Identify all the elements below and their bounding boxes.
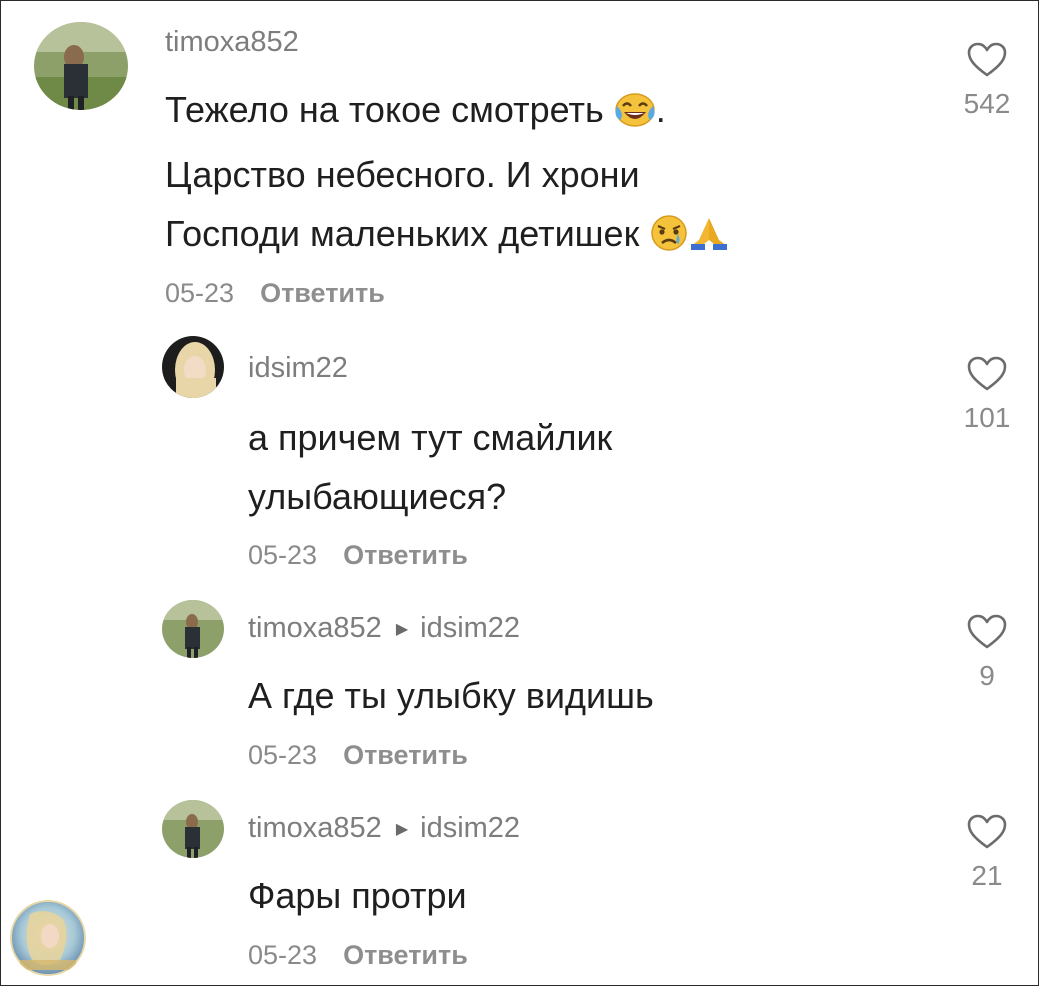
like-button[interactable]: 9 [952,614,1022,692]
heart-outline-icon[interactable] [952,356,1022,392]
username[interactable]: idsim22 [248,352,348,385]
reply-to-username[interactable]: idsim22 [420,812,520,844]
comment-line: а причем тут смайлик [248,417,613,458]
comment-date: 05-23 [248,940,318,970]
comment-meta: 05-23 Ответить [248,940,468,971]
comment-meta: 05-23 Ответить [248,740,468,771]
username-text[interactable]: idsim22 [248,352,348,384]
comment-date: 05-23 [248,740,318,770]
username-text[interactable]: timoxa852 [165,26,299,58]
username[interactable]: timoxa852 ▶ idsim22 [248,612,520,645]
comment-line: Господи маленьких детишек [165,204,729,269]
comment-meta: 05-23 Ответить [248,540,468,571]
reply-button[interactable]: Ответить [343,540,468,570]
heart-outline-icon[interactable] [952,614,1022,650]
avatar[interactable] [162,800,224,858]
watermark-logo [10,900,86,976]
heart-outline-icon[interactable] [952,42,1022,78]
comment-line: Царство небесного. И хрони [165,154,640,195]
username[interactable]: timoxa852 ▶ idsim22 [248,812,520,845]
comment-line: Фары протри [248,875,467,916]
username-text[interactable]: timoxa852 [248,812,382,844]
comment-text: а причем тут смайлик улыбающиеся? [248,408,612,526]
like-count: 542 [963,88,1011,119]
like-button[interactable]: 542 [952,42,1022,120]
face-with-tears-of-joy-icon [614,86,656,145]
like-count: 21 [971,860,1003,891]
triangle-right-icon: ▶ [395,821,409,838]
heart-outline-icon[interactable] [952,814,1022,850]
comment-date: 05-23 [248,540,318,570]
comment-text: Фары протри [248,866,467,925]
reply-button[interactable]: Ответить [343,940,468,970]
triangle-right-icon: ▶ [395,621,409,638]
avatar[interactable] [162,600,224,658]
username-text[interactable]: timoxa852 [248,612,382,644]
username[interactable]: timoxa852 [165,26,299,59]
crying-face-icon [649,210,689,269]
avatar[interactable] [162,336,224,398]
folded-hands-icon [689,210,729,269]
comment-date: 05-23 [165,278,235,308]
like-button[interactable]: 21 [952,814,1022,892]
comment-text: А где ты улыбку видишь [248,666,654,725]
comment-text: Тежело на токое смотреть . Царство небес… [165,80,729,269]
reply-to-username[interactable]: idsim22 [420,612,520,644]
like-button[interactable]: 101 [952,356,1022,434]
like-count: 9 [979,660,995,691]
like-count: 101 [963,402,1011,433]
reply-button[interactable]: Ответить [260,278,385,308]
reply-button[interactable]: Ответить [343,740,468,770]
comment-meta: 05-23 Ответить [165,278,385,309]
avatar[interactable] [34,22,128,110]
comment-line: А где ты улыбку видишь [248,675,654,716]
comment-line: Тежело на токое смотреть . [165,80,729,145]
comment-line: улыбающиеся? [248,476,507,517]
